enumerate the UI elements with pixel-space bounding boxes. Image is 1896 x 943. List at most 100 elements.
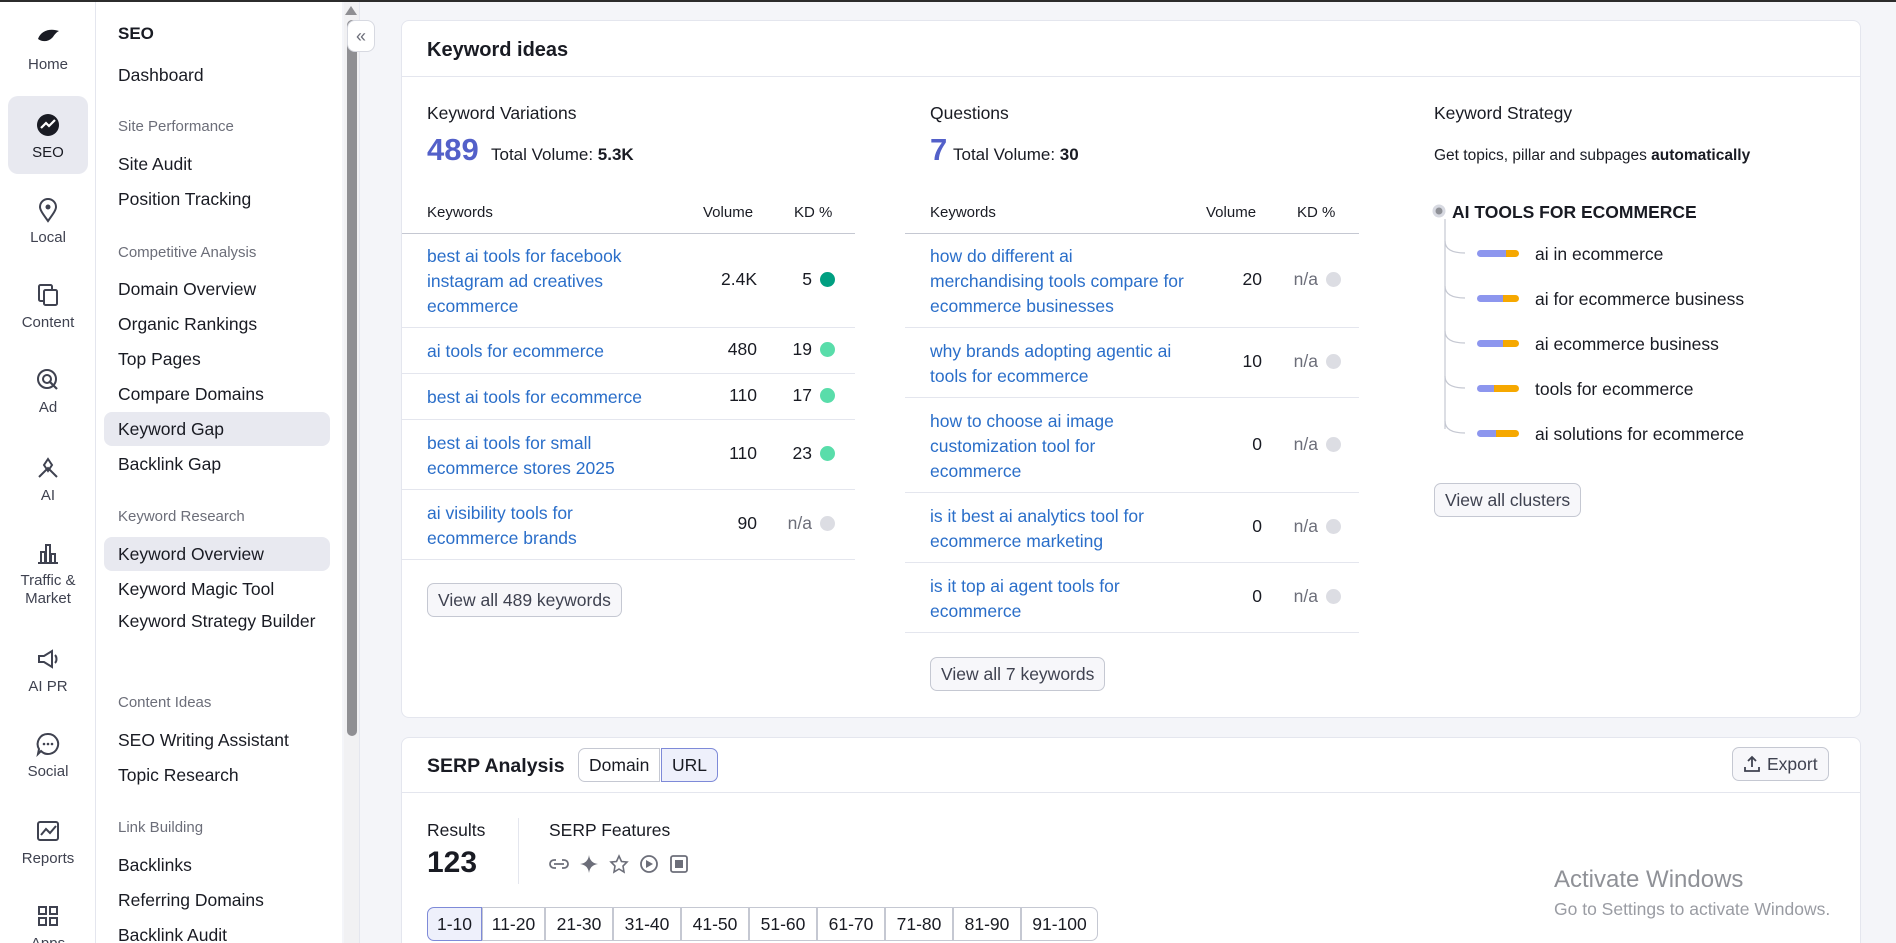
sidebar-item-compare-domains[interactable]: Compare Domains	[104, 377, 330, 411]
rail-local[interactable]: Local	[8, 181, 88, 259]
sidebar-item-organic-rankings[interactable]: Organic Rankings	[104, 307, 330, 341]
strategy-root-topic[interactable]: AI TOOLS FOR ECOMMERCE	[1452, 202, 1697, 223]
sidebar-item-referring-domains[interactable]: Referring Domains	[104, 883, 330, 917]
page-button[interactable]: 61-70	[817, 907, 885, 941]
sidebar-item-keyword-magic-tool[interactable]: Keyword Magic Tool	[104, 572, 330, 606]
serp-toggle-domain[interactable]: Domain	[578, 748, 661, 782]
keyword-link[interactable]: is it best ai analytics tool for ecommer…	[930, 504, 1185, 554]
rail-label: SEO	[32, 144, 64, 161]
cluster-label[interactable]: tools for ecommerce	[1535, 379, 1694, 400]
content-icon	[38, 284, 58, 306]
keyword-link[interactable]: ai tools for ecommerce	[427, 339, 657, 364]
sidebar-item-keyword-gap[interactable]: Keyword Gap	[104, 412, 330, 446]
keyword-link[interactable]: best ai tools for small ecommerce stores…	[427, 431, 657, 481]
sidebar-group-keyword-research: Keyword Research	[118, 508, 245, 525]
sidebar-item-backlinks[interactable]: Backlinks	[104, 848, 330, 882]
column-header-volume: Volume	[1206, 204, 1257, 221]
table-row: best ai tools for ecommerce 110 17	[402, 375, 855, 420]
total-volume-value: 30	[1059, 145, 1079, 164]
sidebar-item-topic-research[interactable]: Topic Research	[104, 758, 330, 792]
page-button[interactable]: 31-40	[613, 907, 681, 941]
strategy-subtitle: Get topics, pillar and subpages automati…	[1434, 147, 1750, 165]
sidebar-item-keyword-strategy-builder[interactable]: Keyword Strategy Builder	[104, 607, 330, 661]
sidebar-item-seo-writing-assistant[interactable]: SEO Writing Assistant	[104, 723, 330, 757]
upload-icon	[1744, 755, 1760, 772]
keyword-volume: 110	[729, 385, 757, 405]
cluster-label[interactable]: ai for ecommerce business	[1535, 289, 1744, 310]
view-all-questions-button[interactable]: View all 7 keywords	[930, 657, 1106, 691]
rail-apps[interactable]: Apps	[8, 887, 88, 943]
variations-total-volume: Total Volume: 5.3K	[491, 145, 634, 165]
cluster-label[interactable]: ai solutions for ecommerce	[1535, 424, 1744, 445]
home-icon	[38, 29, 59, 42]
keyword-link[interactable]: best ai tools for facebook instagram ad …	[427, 244, 657, 319]
link-icon	[549, 859, 569, 869]
sidebar-item-backlink-gap[interactable]: Backlink Gap	[104, 447, 330, 481]
questions-count[interactable]: 7	[930, 132, 947, 168]
rail-content[interactable]: Content	[8, 266, 88, 344]
page-button[interactable]: 21-30	[545, 907, 613, 941]
keyword-volume: 0	[1252, 586, 1262, 606]
page-button[interactable]: 41-50	[681, 907, 749, 941]
page-button[interactable]: 81-90	[953, 907, 1021, 941]
keyword-link[interactable]: how to choose ai image customization too…	[930, 409, 1155, 484]
chat-bubble-icon	[36, 732, 60, 757]
film-icon	[670, 855, 688, 873]
apps-grid-icon	[38, 906, 58, 926]
keyword-link[interactable]: why brands adopting agentic ai tools for…	[930, 339, 1185, 389]
sidebar-title: SEO	[118, 24, 154, 43]
rail-reports[interactable]: Reports	[8, 802, 88, 880]
scrollbar-up-arrow-icon[interactable]	[345, 6, 357, 15]
keyword-kd: n/a	[1293, 516, 1318, 536]
view-all-clusters-button[interactable]: View all clusters	[1434, 483, 1582, 517]
page-button[interactable]: 91-100	[1021, 907, 1098, 941]
sidebar-item-domain-overview[interactable]: Domain Overview	[104, 272, 330, 306]
keyword-volume: 90	[737, 513, 757, 533]
view-all-variations-button[interactable]: View all 489 keywords	[427, 583, 622, 617]
cluster-bar-primary	[1477, 295, 1503, 302]
variations-count[interactable]: 489	[427, 132, 479, 168]
rail-seo[interactable]: SEO	[8, 96, 88, 174]
rail-social[interactable]: Social	[8, 715, 88, 793]
kd-indicator-dot	[820, 516, 835, 531]
sidebar-item-keyword-overview[interactable]: Keyword Overview	[104, 537, 330, 571]
serp-feature-icons	[549, 854, 688, 874]
page-button[interactable]: 71-80	[885, 907, 953, 941]
keyword-link[interactable]: best ai tools for ecommerce	[427, 385, 667, 410]
cluster-label[interactable]: ai ecommerce business	[1535, 334, 1719, 355]
keyword-link[interactable]: ai visibility tools for ecommerce brands	[427, 501, 657, 551]
kd-indicator-dot	[1326, 437, 1341, 452]
sidebar-item-position-tracking[interactable]: Position Tracking	[104, 182, 330, 216]
rail-label: Social	[27, 763, 69, 780]
collapse-sidebar-button[interactable]: «	[347, 20, 375, 52]
kd-indicator-dot	[820, 342, 835, 357]
sidebar-item-backlink-audit[interactable]: Backlink Audit	[104, 918, 330, 943]
sidebar-item-top-pages[interactable]: Top Pages	[104, 342, 330, 376]
sidebar-item-dashboard[interactable]: Dashboard	[104, 58, 330, 92]
sidebar-scrollbar-thumb[interactable]	[347, 20, 357, 736]
serp-toggle-url[interactable]: URL	[661, 748, 719, 782]
keyword-kd: n/a	[1293, 351, 1318, 371]
rail-home[interactable]: Home	[8, 8, 88, 86]
cluster-label[interactable]: ai in ecommerce	[1535, 244, 1663, 265]
rail-ai[interactable]: AI	[8, 439, 88, 517]
page-button[interactable]: 11-20	[482, 907, 545, 941]
keyword-volume: 10	[1242, 351, 1262, 371]
rail-ai-pr[interactable]: AI PR	[8, 630, 88, 708]
total-volume-value: 5.3K	[597, 145, 634, 164]
page-button[interactable]: 1-10	[427, 907, 482, 941]
keyword-kd: n/a	[787, 513, 812, 533]
app-icon-rail: Home SEO Local Content Ad AI Traffic & M…	[0, 2, 96, 943]
sidebar-item-site-audit[interactable]: Site Audit	[104, 147, 330, 181]
rail-ad[interactable]: Ad	[8, 351, 88, 429]
cluster-bar-primary	[1477, 385, 1494, 392]
rail-traffic-market[interactable]: Traffic & Market	[8, 524, 88, 620]
keyword-link[interactable]: how do different ai merchandising tools …	[930, 244, 1185, 319]
sidebar-group-content-ideas: Content Ideas	[118, 694, 212, 711]
play-icon	[640, 855, 658, 873]
keyword-link[interactable]: is it top ai agent tools for ecommerce	[930, 574, 1155, 624]
tree-root-node-icon	[1432, 204, 1446, 218]
export-button[interactable]: Export	[1732, 747, 1829, 781]
table-row: best ai tools for facebook instagram ad …	[402, 234, 855, 328]
page-button[interactable]: 51-60	[749, 907, 817, 941]
